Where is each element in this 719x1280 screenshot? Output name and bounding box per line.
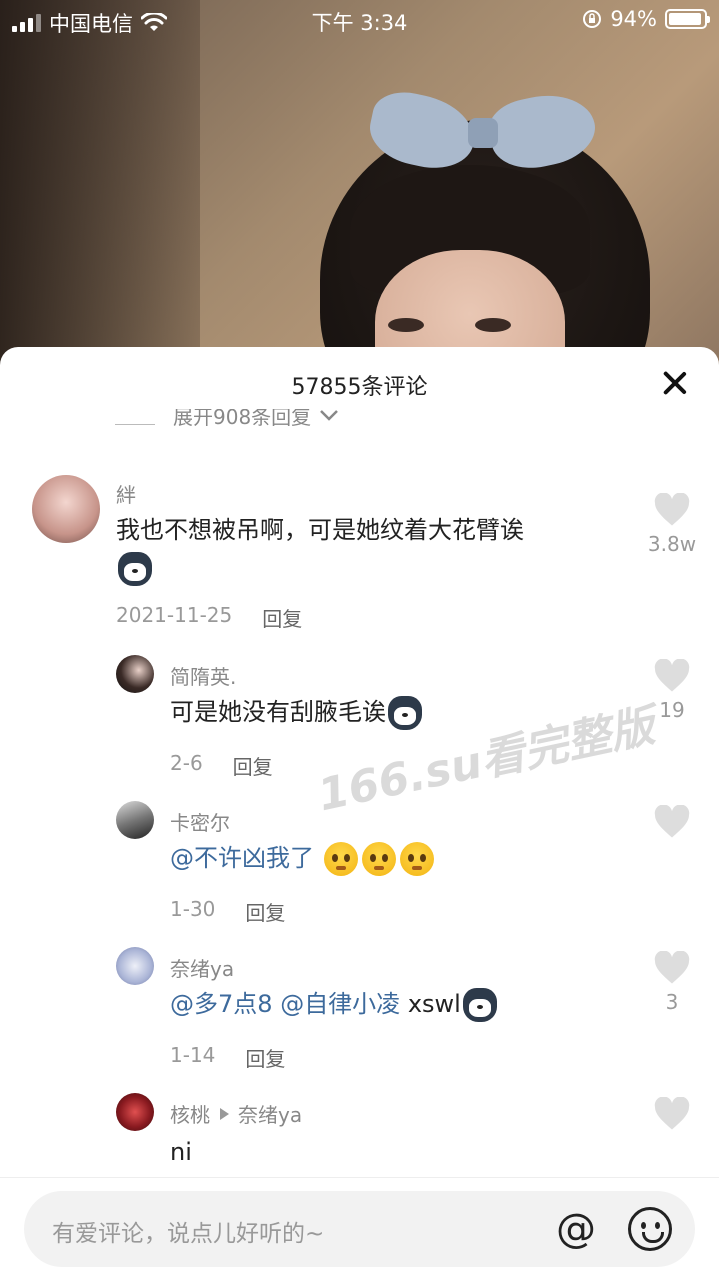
like-count: 3.8w bbox=[647, 532, 697, 556]
dog-emoji bbox=[462, 988, 497, 1022]
heart-icon bbox=[654, 1097, 690, 1130]
comment-date: 1-14 bbox=[170, 1043, 216, 1067]
comment-meta: 1-14 回复 bbox=[170, 1043, 285, 1072]
close-button[interactable] bbox=[661, 369, 689, 397]
comment-input-placeholder: 有爱评论，说点儿好听的~ bbox=[52, 1221, 325, 1247]
reply-button[interactable]: 回复 bbox=[233, 751, 273, 780]
video-bow bbox=[363, 85, 602, 177]
mention-link[interactable]: @多7点8 bbox=[170, 990, 273, 1018]
comment-username[interactable]: 卡密尔 bbox=[170, 807, 230, 836]
reply-item: 核桃 奈绪ya ni bbox=[0, 1093, 719, 1183]
battery-icon bbox=[665, 9, 710, 29]
comment-input[interactable]: 有爱评论，说点儿好听的~ @ bbox=[24, 1191, 695, 1267]
reply-arrow-icon bbox=[220, 1107, 229, 1120]
comment-username[interactable]: 奈绪ya bbox=[170, 953, 234, 982]
comment-count-title: 57855条评论 bbox=[291, 375, 428, 400]
like-button[interactable] bbox=[642, 805, 702, 844]
heart-icon bbox=[654, 493, 690, 526]
like-count: 3 bbox=[665, 990, 679, 1014]
emoji-icon[interactable] bbox=[628, 1207, 672, 1251]
heart-icon bbox=[654, 659, 690, 692]
comment-meta: 2-6 回复 bbox=[170, 751, 273, 780]
avatar[interactable] bbox=[116, 801, 154, 839]
dog-emoji bbox=[118, 552, 152, 586]
comment-meta: 2021-11-25 回复 bbox=[116, 603, 302, 632]
pleading-face-emoji bbox=[361, 842, 396, 876]
battery-percent: 94% bbox=[610, 7, 657, 31]
video-shadow bbox=[0, 0, 200, 380]
status-bar: 中国电信 下午 3:34 94% bbox=[0, 0, 719, 40]
crying-laughing-emoji bbox=[399, 842, 434, 876]
reply-item: 卡密尔 @不许凶我了 1-30 回复 bbox=[0, 801, 719, 941]
like-button[interactable]: 3 bbox=[642, 951, 702, 1014]
comment-text: 我也不想被吊啊，可是她纹着大花臂诶 bbox=[116, 511, 626, 587]
reply-button[interactable]: 回复 bbox=[262, 603, 302, 632]
chevron-down-icon bbox=[320, 410, 339, 421]
comment-item: 絆 我也不想被吊啊，可是她纹着大花臂诶 2021-11-25 回复 3.8w bbox=[0, 475, 719, 635]
comment-username[interactable]: 简隋英. bbox=[170, 661, 236, 690]
comment-text: @多7点8 @自律小凌 xswl bbox=[170, 985, 499, 1023]
avatar[interactable] bbox=[116, 1093, 154, 1131]
mention-link[interactable]: @不许凶我了 bbox=[170, 844, 314, 872]
mention-icon[interactable]: @ bbox=[552, 1205, 600, 1253]
avatar[interactable] bbox=[32, 475, 100, 543]
video-background[interactable] bbox=[0, 0, 719, 380]
comment-date: 2021-11-25 bbox=[116, 603, 233, 627]
comment-date: 1-30 bbox=[170, 897, 216, 921]
expand-replies-button[interactable]: 展开908条回复 bbox=[115, 409, 339, 439]
dog-emoji bbox=[388, 696, 422, 730]
comment-input-bar: 有爱评论，说点儿好听的~ @ bbox=[0, 1177, 719, 1280]
sheet-header: 57855条评论 bbox=[0, 347, 719, 419]
avatar[interactable] bbox=[116, 947, 154, 985]
like-button[interactable]: 3.8w bbox=[642, 493, 702, 556]
heart-icon bbox=[654, 951, 690, 984]
comment-username: 核桃 奈绪ya bbox=[170, 1103, 303, 1127]
mention-link[interactable]: @自律小凌 bbox=[280, 990, 400, 1018]
comment-meta: 1-30 回复 bbox=[170, 897, 285, 926]
pleading-face-emoji bbox=[323, 842, 358, 876]
comment-text: ni bbox=[170, 1138, 192, 1166]
comment-date: 2-6 bbox=[170, 751, 203, 775]
reply-button[interactable]: 回复 bbox=[245, 897, 285, 926]
video-eye-left bbox=[388, 318, 424, 332]
heart-icon bbox=[654, 805, 690, 838]
expand-replies-label: 展开908条回复 bbox=[173, 409, 312, 429]
reply-item: 奈绪ya @多7点8 @自律小凌 xswl 1-14 回复 3 bbox=[0, 947, 719, 1087]
comment-username[interactable]: 絆 bbox=[116, 479, 136, 508]
rotation-lock-icon bbox=[583, 10, 602, 28]
comment-text: @不许凶我了 bbox=[170, 839, 436, 877]
video-eye-right bbox=[475, 318, 511, 332]
reply-button[interactable]: 回复 bbox=[245, 1043, 285, 1072]
divider bbox=[115, 423, 155, 425]
avatar[interactable] bbox=[116, 655, 154, 693]
like-button[interactable] bbox=[642, 1097, 702, 1136]
comment-text: 可是她没有刮腋毛诶 bbox=[170, 693, 424, 731]
